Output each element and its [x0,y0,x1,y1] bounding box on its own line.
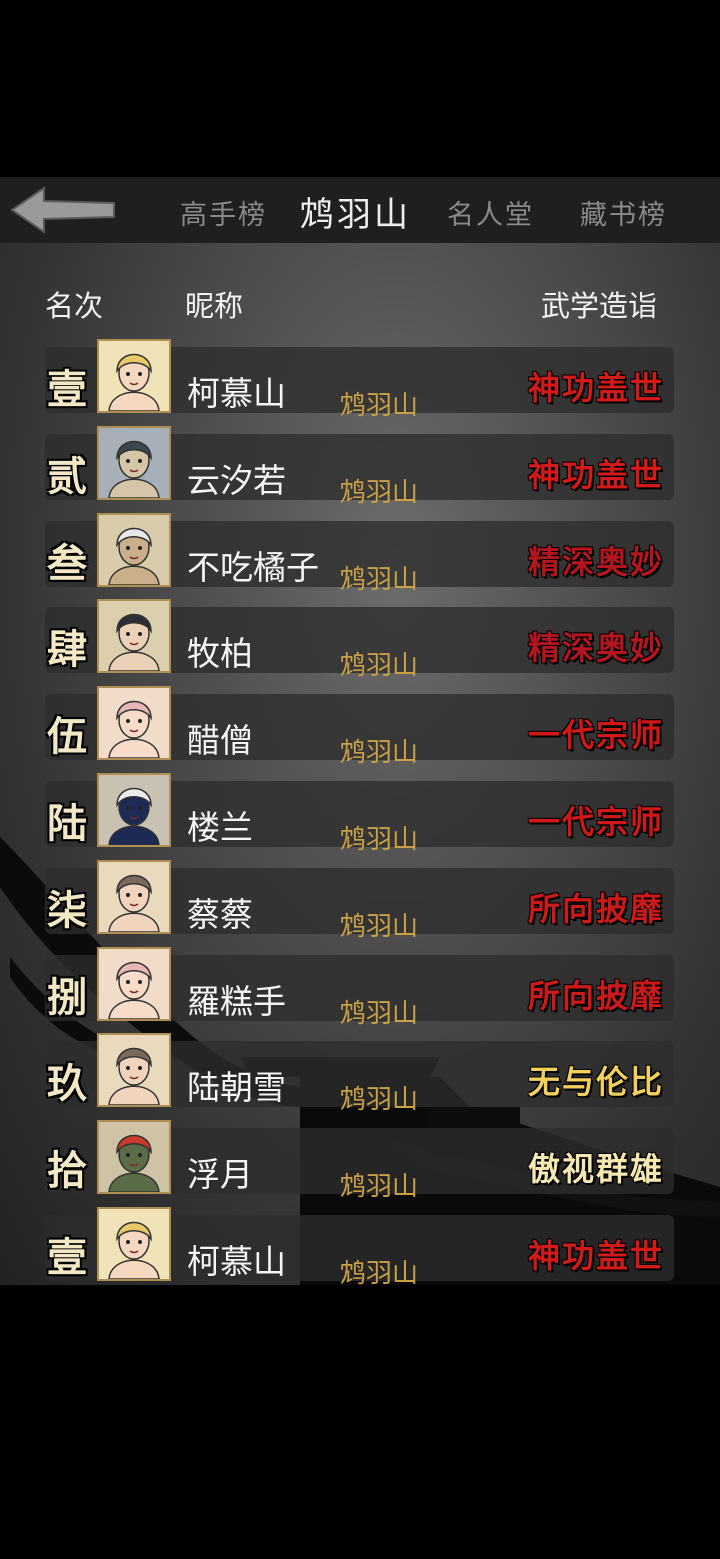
rank-numeral: 肆 [47,626,87,674]
monkey-king-avatar[interactable] [97,1120,171,1195]
player-name: 柯慕山 [187,1242,286,1281]
girl-smile-avatar[interactable] [97,1033,171,1108]
girl-blonde-avatar[interactable] [97,339,171,413]
rank-numeral: 柒 [47,886,87,934]
player-name: 牧柏 [187,634,253,674]
player-name: 云汐若 [187,460,286,500]
list-item[interactable]: 壹 柯慕山 鸩羽山 神功盖世 [45,1207,674,1285]
player-name: 楼兰 [187,808,253,847]
top-nav-bar: 高手榜 鸩羽山 名人堂 藏书榜 [0,177,720,243]
girl-smile-avatar[interactable] [97,859,171,934]
sect-name: 鸩羽山 [340,391,419,421]
martial-level: 一代宗师 [527,716,664,755]
old-master-avatar[interactable] [97,512,171,587]
sect-name: 鸩羽山 [340,911,419,942]
sect-name: 鸩羽山 [340,651,419,682]
player-name: 醋僧 [187,721,253,761]
martial-level: 神功盖世 [527,1237,664,1275]
list-item[interactable]: 肆 牧柏 鸩羽山 精深奥妙 [45,599,674,681]
martial-level: 一代宗师 [527,803,664,841]
back-arrow-icon[interactable] [8,185,118,235]
player-name: 不吃橘子 [187,547,319,587]
leaderboard-panel: 高手榜 鸩羽山 名人堂 藏书榜 名次 昵称 武学造诣 壹柯慕山 鸩羽山 神功盖世贰云… [0,177,720,1285]
martial-level: 精深奥妙 [527,542,664,581]
young-hero-avatar[interactable] [97,599,171,674]
taoist-elder-avatar[interactable] [97,773,171,847]
sect-name: 鸩羽山 [340,477,419,508]
list-item[interactable]: 柒 蔡蔡 鸩羽山 所向披靡 [45,859,674,942]
sect-name: 鸩羽山 [340,1259,419,1285]
rank-numeral: 陆 [47,800,87,847]
sect-name: 鸩羽山 [340,998,419,1029]
rank-numeral: 叁 [47,539,87,587]
sect-name: 鸩羽山 [340,1085,419,1116]
martial-level: 所向披靡 [527,976,664,1015]
rank-numeral: 伍 [47,713,87,761]
player-name: 蔡蔡 [187,894,253,934]
tab-book-ranking[interactable]: 藏书榜 [580,193,667,232]
bottom-empty-area [0,1285,720,1559]
martial-level: 傲视群雄 [527,1150,664,1189]
sect-name: 鸩羽山 [340,825,419,855]
rank-numeral: 玖 [47,1060,87,1108]
list-item[interactable]: 贰 云汐若 鸩羽山 神功盖世 [45,425,674,508]
list-item[interactable]: 壹 柯慕山 鸩羽山 神功盖世 [45,339,674,421]
martial-level: 无与伦比 [527,1063,664,1102]
martial-level: 精深奥妙 [527,629,664,668]
sect-name: 鸩羽山 [340,564,419,595]
list-item[interactable]: 捌 羅糕手 鸩羽山 所向披靡 [45,946,674,1029]
list-item[interactable]: 玖 陆朝雪 鸩羽山 无与伦比 [45,1033,674,1115]
rank-numeral: 拾 [47,1147,87,1195]
nickname-column-header: 昵称 [185,289,244,323]
swordsman-ink-avatar[interactable] [97,425,171,500]
status-bar-area [0,0,720,177]
sect-name: 鸩羽山 [340,1172,419,1203]
player-name: 羅糕手 [187,981,286,1021]
rank-numeral: 捌 [47,973,87,1021]
list-item[interactable]: 拾 浮月 鸩羽山 傲视群雄 [45,1120,674,1202]
rank-numeral: 贰 [47,452,87,500]
martial-level: 神功盖世 [527,455,664,494]
tab-hall-of-fame[interactable]: 名人堂 [447,193,534,232]
sect-name: 鸩羽山 [340,738,419,769]
tab-zhenyushan[interactable]: 鸩羽山 [300,187,411,236]
rank-numeral: 壹 [47,366,87,413]
player-name: 浮月 [187,1155,253,1195]
martial-level: 神功盖世 [527,369,664,407]
girl-pink-avatar[interactable] [97,686,171,761]
girl-blonde-avatar[interactable] [97,1207,171,1281]
rank-numeral: 壹 [47,1234,87,1281]
list-item[interactable]: 伍 醋僧 鸩羽山 一代宗师 [45,686,674,768]
list-item[interactable]: 陆 楼兰 鸩羽山 一代宗师 [45,773,674,855]
tab-master-ranking[interactable]: 高手榜 [180,193,267,232]
martial-level: 所向披靡 [527,889,664,928]
skill-column-header: 武学造诣 [541,289,658,323]
girl-pink-avatar[interactable] [97,946,171,1021]
player-name: 陆朝雪 [187,1068,286,1108]
list-item[interactable]: 叁 不吃橘子 鸩羽山 精深奥妙 [45,512,674,595]
rank-column-header: 名次 [45,289,104,323]
player-name: 柯慕山 [187,374,286,413]
